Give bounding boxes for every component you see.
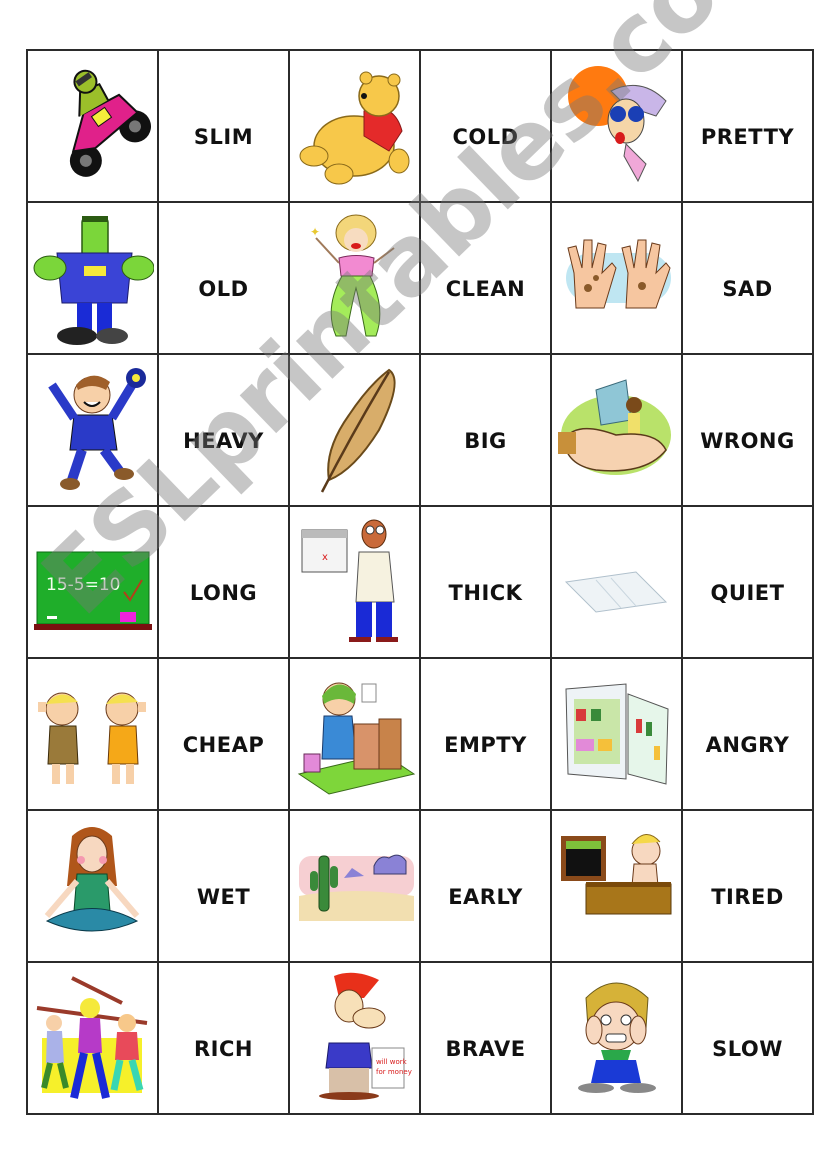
picture-card — [26, 809, 159, 963]
grid-row: CHEAP EMPTY ANGRY — [26, 657, 814, 811]
card-word: CHEAP — [182, 733, 265, 757]
word-card: SLIM — [157, 49, 290, 203]
grid-row: WET EARLY TIRED — [26, 809, 814, 963]
card-word: WRONG — [700, 429, 795, 453]
svg-text:for money: for money — [376, 1068, 412, 1076]
picture-card — [26, 201, 159, 355]
small-man-in-hands-icon — [552, 360, 681, 500]
word-card: OLD — [157, 201, 290, 355]
picture-card — [550, 353, 683, 507]
calm-girl-yoga-icon — [28, 816, 157, 956]
grid-row: 15-5=10 LONG x THICK QUIET — [26, 505, 814, 659]
picture-card — [26, 353, 159, 507]
grid-row: SLIM COLD PRETTY — [26, 49, 814, 203]
card-word: EMPTY — [444, 733, 527, 757]
svg-text:x: x — [322, 552, 328, 563]
shopping-receipt-icon — [290, 664, 419, 804]
card-word: EARLY — [448, 885, 523, 909]
fat-bear-icon — [290, 56, 419, 196]
picture-card — [550, 657, 683, 811]
picture-card — [288, 49, 421, 203]
word-card: CLEAN — [419, 201, 552, 355]
picture-card — [550, 809, 683, 963]
poor-man-sign-icon: will work for money — [290, 968, 419, 1108]
picture-card — [288, 657, 421, 811]
card-word: SAD — [722, 277, 773, 301]
card-word: SLOW — [712, 1037, 783, 1061]
word-card: TIRED — [681, 809, 814, 963]
picture-card: 15-5=10 — [26, 505, 159, 659]
card-word: SLIM — [193, 125, 254, 149]
svg-text:✦: ✦ — [310, 225, 320, 239]
card-word: OLD — [198, 277, 249, 301]
word-card: BIG — [419, 353, 552, 507]
picture-card — [550, 961, 683, 1115]
noisy-kids-icon — [28, 664, 157, 804]
exercising-people-icon — [28, 968, 157, 1108]
word-card: BRAVE — [419, 961, 552, 1115]
thin-paper-icon — [552, 512, 681, 652]
picture-card — [550, 49, 683, 203]
picture-card: x — [288, 505, 421, 659]
night-desk-man-icon — [552, 816, 681, 956]
flashcard-sheet: SLIM COLD PRETTY OLD ✦ CLEAN SAD HEAVY B… — [26, 49, 814, 1115]
card-word: BRAVE — [445, 1037, 526, 1061]
picture-card — [26, 657, 159, 811]
card-word: BIG — [464, 429, 507, 453]
chalkboard-icon: 15-5=10 — [28, 512, 157, 652]
word-card: CHEAP — [157, 657, 290, 811]
word-card: LONG — [157, 505, 290, 659]
grid-row: OLD ✦ CLEAN SAD — [26, 201, 814, 355]
card-word: THICK — [448, 581, 523, 605]
picture-card — [550, 201, 683, 355]
svg-text:15-5=10: 15-5=10 — [46, 575, 120, 595]
word-card: EARLY — [419, 809, 552, 963]
word-card: WRONG — [681, 353, 814, 507]
card-word: QUIET — [710, 581, 785, 605]
picture-card: will work for money — [288, 961, 421, 1115]
card-word: TIRED — [711, 885, 784, 909]
card-word: COLD — [452, 125, 519, 149]
word-card: PRETTY — [681, 49, 814, 203]
word-card: WET — [157, 809, 290, 963]
word-card: SAD — [681, 201, 814, 355]
grid-row: RICH will work for money BRAVE SLOW — [26, 961, 814, 1115]
card-word: WET — [196, 885, 251, 909]
card-word: PRETTY — [700, 125, 795, 149]
picture-card — [288, 809, 421, 963]
young-woman-icon: ✦ — [290, 208, 419, 348]
picture-card — [26, 961, 159, 1115]
dirty-hands-icon — [552, 208, 681, 348]
word-card: SLOW — [681, 961, 814, 1115]
card-word: HEAVY — [183, 429, 264, 453]
picture-card — [26, 49, 159, 203]
card-word: ANGRY — [705, 733, 790, 757]
picture-card — [288, 353, 421, 507]
word-card: QUIET — [681, 505, 814, 659]
svg-text:will work: will work — [376, 1058, 408, 1066]
scared-boy-icon — [552, 968, 681, 1108]
flashcard-grid: SLIM COLD PRETTY OLD ✦ CLEAN SAD HEAVY B… — [26, 49, 814, 1115]
calendar-man-icon: x — [290, 512, 419, 652]
grid-row: HEAVY BIG WRONG — [26, 353, 814, 507]
happy-boy-icon — [28, 360, 157, 500]
word-card: COLD — [419, 49, 552, 203]
word-card: THICK — [419, 505, 552, 659]
word-card: RICH — [157, 961, 290, 1115]
picture-card: ✦ — [288, 201, 421, 355]
hot-woman-sun-icon — [552, 56, 681, 196]
card-word: CLEAN — [445, 277, 526, 301]
card-word: LONG — [189, 581, 258, 605]
picture-card — [550, 505, 683, 659]
word-card: EMPTY — [419, 657, 552, 811]
monster-icon — [28, 208, 157, 348]
motorbike-rider-icon — [28, 56, 157, 196]
word-card: ANGRY — [681, 657, 814, 811]
card-word: RICH — [194, 1037, 253, 1061]
full-fridge-icon — [552, 664, 681, 804]
desert-cactus-icon — [290, 816, 419, 956]
feather-icon — [290, 360, 419, 500]
word-card: HEAVY — [157, 353, 290, 507]
